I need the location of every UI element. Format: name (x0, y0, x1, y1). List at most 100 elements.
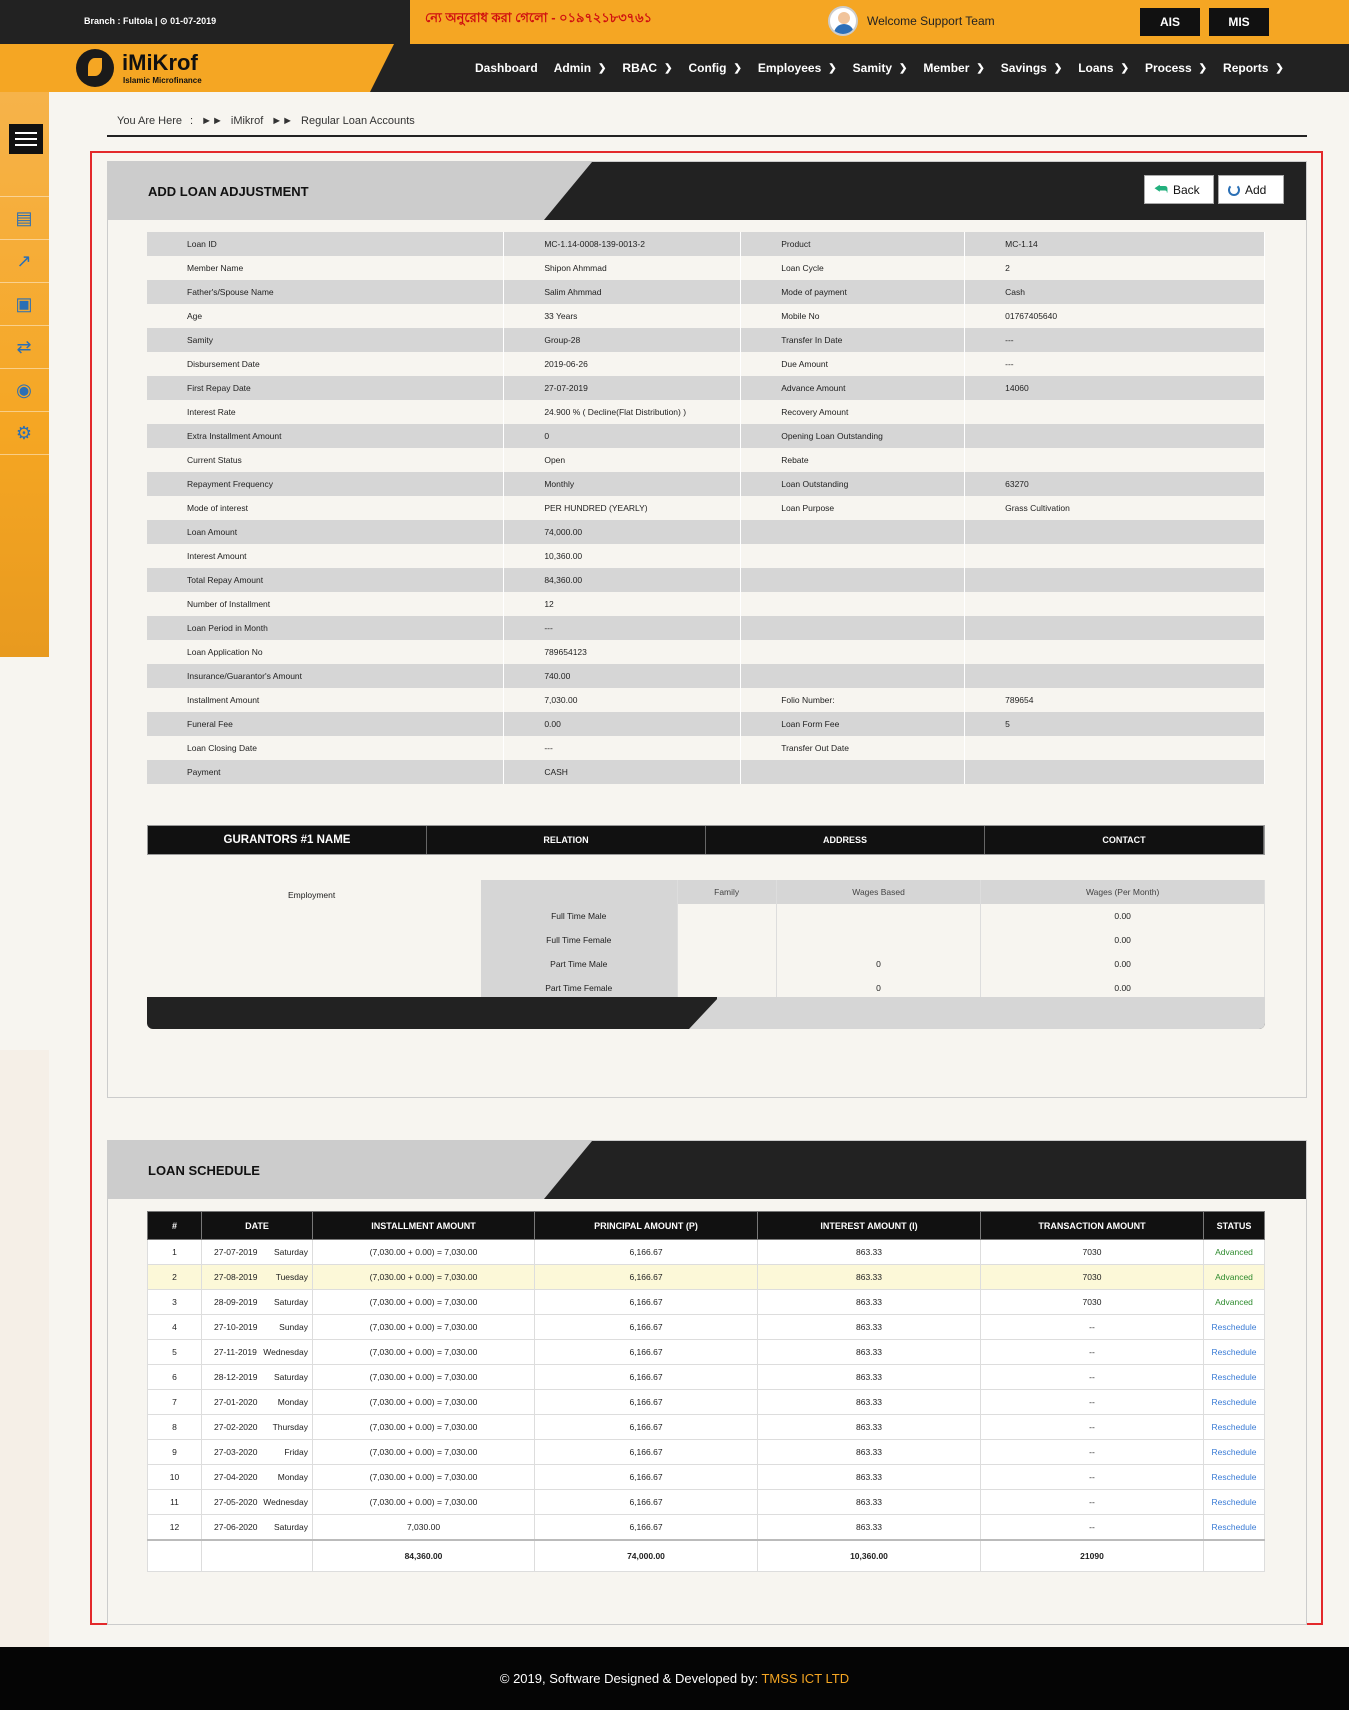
info-label: Mobile No (740, 304, 966, 328)
employment-cell (776, 904, 982, 928)
schedule-row: 12 27-06-2020 Saturday 7,030.00 6,166.67 863.… (147, 1514, 1265, 1540)
info-label: Samity (147, 328, 505, 352)
row-weekday: Wednesday (263, 1497, 308, 1507)
employment-row-label: Part Time Male (481, 952, 678, 976)
info-value (964, 592, 1265, 616)
row-number: 12 (147, 1514, 202, 1540)
chevron-right-icon: ❯ (664, 62, 673, 74)
schedule-row: 3 28-09-2019 Saturday (7,030.00 + 0.00) = 7… (147, 1289, 1265, 1315)
info-label: Loan Amount (147, 520, 505, 544)
info-label: Member Name (147, 256, 505, 280)
status-reschedule-link[interactable]: Reschedule (1203, 1464, 1265, 1490)
info-label: Current Status (147, 448, 505, 472)
sidebar-lower (0, 1050, 49, 1650)
row-date: 27-06-2020 Saturday (201, 1514, 313, 1540)
info-value: 33 Years (503, 304, 742, 328)
status-reschedule-link[interactable]: Reschedule (1203, 1414, 1265, 1440)
row-weekday: Monday (277, 1472, 308, 1482)
logo-icon[interactable] (76, 49, 114, 87)
status-reschedule-link[interactable]: Reschedule (1203, 1389, 1265, 1415)
info-label (740, 544, 966, 568)
row-number: 11 (147, 1489, 202, 1515)
col-transaction: TRANSACTION AMOUNT (980, 1211, 1204, 1240)
info-label: Recovery Amount (740, 400, 966, 424)
row-transaction: -- (980, 1464, 1204, 1490)
row-transaction: -- (980, 1389, 1204, 1415)
back-button[interactable]: ⮪ Back (1144, 175, 1214, 204)
row-transaction: 7030 (980, 1239, 1204, 1265)
current-date: 01-07-2019 (170, 16, 217, 26)
row-weekday: Monday (277, 1397, 308, 1407)
ais-button[interactable]: AIS (1140, 8, 1200, 36)
welcome-text[interactable]: Welcome Support Team (867, 14, 995, 28)
info-value: --- (503, 616, 742, 640)
users-icon[interactable]: ◉ (12, 378, 36, 402)
info-value: PER HUNDRED (YEARLY) (503, 496, 742, 520)
row-weekday: Saturday (273, 1247, 308, 1257)
settings-icon[interactable]: ⚙ (12, 421, 36, 445)
nav-member[interactable]: Member ❯ (923, 61, 984, 75)
logo-name[interactable]: iMiKrof (122, 50, 198, 76)
footer-text: © 2019, Software Designed & Developed by… (499, 1671, 759, 1686)
info-label: Father's/Spouse Name (147, 280, 505, 304)
info-row: Loan Amount 74,000.00 (147, 520, 1265, 544)
row-date-value: 27-05-2020 (214, 1497, 258, 1507)
nav-process[interactable]: Process ❯ (1145, 61, 1207, 75)
nav-dashboard[interactable]: Dashboard (475, 61, 538, 75)
info-value (964, 544, 1265, 568)
employment-cell: 0.00 (980, 904, 1265, 928)
row-date: 27-07-2019 Saturday (201, 1239, 313, 1265)
add-button[interactable]: Add (1218, 175, 1284, 204)
row-interest: 863.33 (757, 1464, 981, 1490)
printer-icon[interactable]: ▣ (12, 292, 36, 316)
row-principal: 6,166.67 (534, 1364, 758, 1390)
schedule-row: 5 27-11-2019 Wednesday (7,030.00 + 0.00) = … (147, 1339, 1265, 1365)
status-reschedule-link[interactable]: Reschedule (1203, 1314, 1265, 1340)
info-row: Payment CASH (147, 760, 1265, 784)
nav-rbac[interactable]: RBAC ❯ (622, 61, 672, 75)
guarantor-address-header: ADDRESS (706, 826, 985, 854)
breadcrumb-item-home[interactable]: iMikrof (231, 115, 263, 127)
schedule-row: 8 27-02-2020 Thursday (7,030.00 + 0.00) = 7… (147, 1414, 1265, 1440)
col-interest: INTEREST AMOUNT (I) (757, 1211, 981, 1240)
status-reschedule-link[interactable]: Reschedule (1203, 1489, 1265, 1515)
info-row: Installment Amount 7,030.00 Folio Number: 7… (147, 688, 1265, 712)
row-number: 3 (147, 1289, 202, 1315)
nav-savings[interactable]: Savings ❯ (1001, 61, 1062, 75)
info-label: Installment Amount (147, 688, 505, 712)
nav-admin[interactable]: Admin ❯ (554, 61, 607, 75)
nav-config[interactable]: Config ❯ (688, 61, 741, 75)
status-reschedule-link[interactable]: Reschedule (1203, 1339, 1265, 1365)
info-value (964, 760, 1265, 784)
row-principal: 6,166.67 (534, 1514, 758, 1540)
info-label: Insurance/Guarantor's Amount (147, 664, 505, 688)
user-avatar[interactable] (828, 6, 858, 36)
status-reschedule-link[interactable]: Reschedule (1203, 1514, 1265, 1540)
chart-icon[interactable]: ↗ (12, 249, 36, 273)
status-reschedule-link[interactable]: Reschedule (1203, 1364, 1265, 1390)
info-row: Loan ID MC-1.14-0008-139-0013-2 Product MC-… (147, 232, 1265, 256)
row-principal: 6,166.67 (534, 1314, 758, 1340)
nav-employees[interactable]: Employees ❯ (758, 61, 837, 75)
mis-button[interactable]: MIS (1209, 8, 1269, 36)
status-reschedule-link[interactable]: Reschedule (1203, 1439, 1265, 1465)
clock-icon: ⊙ (160, 16, 168, 26)
info-label: Loan Closing Date (147, 736, 505, 760)
employment-col-family: Family (677, 880, 777, 904)
breadcrumb-item-current[interactable]: Regular Loan Accounts (301, 115, 415, 127)
footer-brand[interactable]: TMSS ICT LTD (761, 1671, 849, 1686)
info-label: Folio Number: (740, 688, 966, 712)
nav-loans[interactable]: Loans ❯ (1078, 61, 1129, 75)
building-icon[interactable]: ▤ (12, 206, 36, 230)
employment-cell (776, 928, 982, 952)
row-principal: 6,166.67 (534, 1414, 758, 1440)
menu-toggle-icon[interactable] (9, 124, 43, 154)
row-installment: (7,030.00 + 0.00) = 7,030.00 (312, 1389, 535, 1415)
schedule-row: 2 27-08-2019 Tuesday (7,030.00 + 0.00) = 7,… (147, 1264, 1265, 1290)
row-number: 4 (147, 1314, 202, 1340)
nav-samity[interactable]: Samity ❯ (853, 61, 908, 75)
info-row: Mode of interest PER HUNDRED (YEARLY) Loan… (147, 496, 1265, 520)
nav-reports[interactable]: Reports ❯ (1223, 61, 1284, 75)
transfer-icon[interactable]: ⇄ (12, 335, 36, 359)
row-principal: 6,166.67 (534, 1264, 758, 1290)
